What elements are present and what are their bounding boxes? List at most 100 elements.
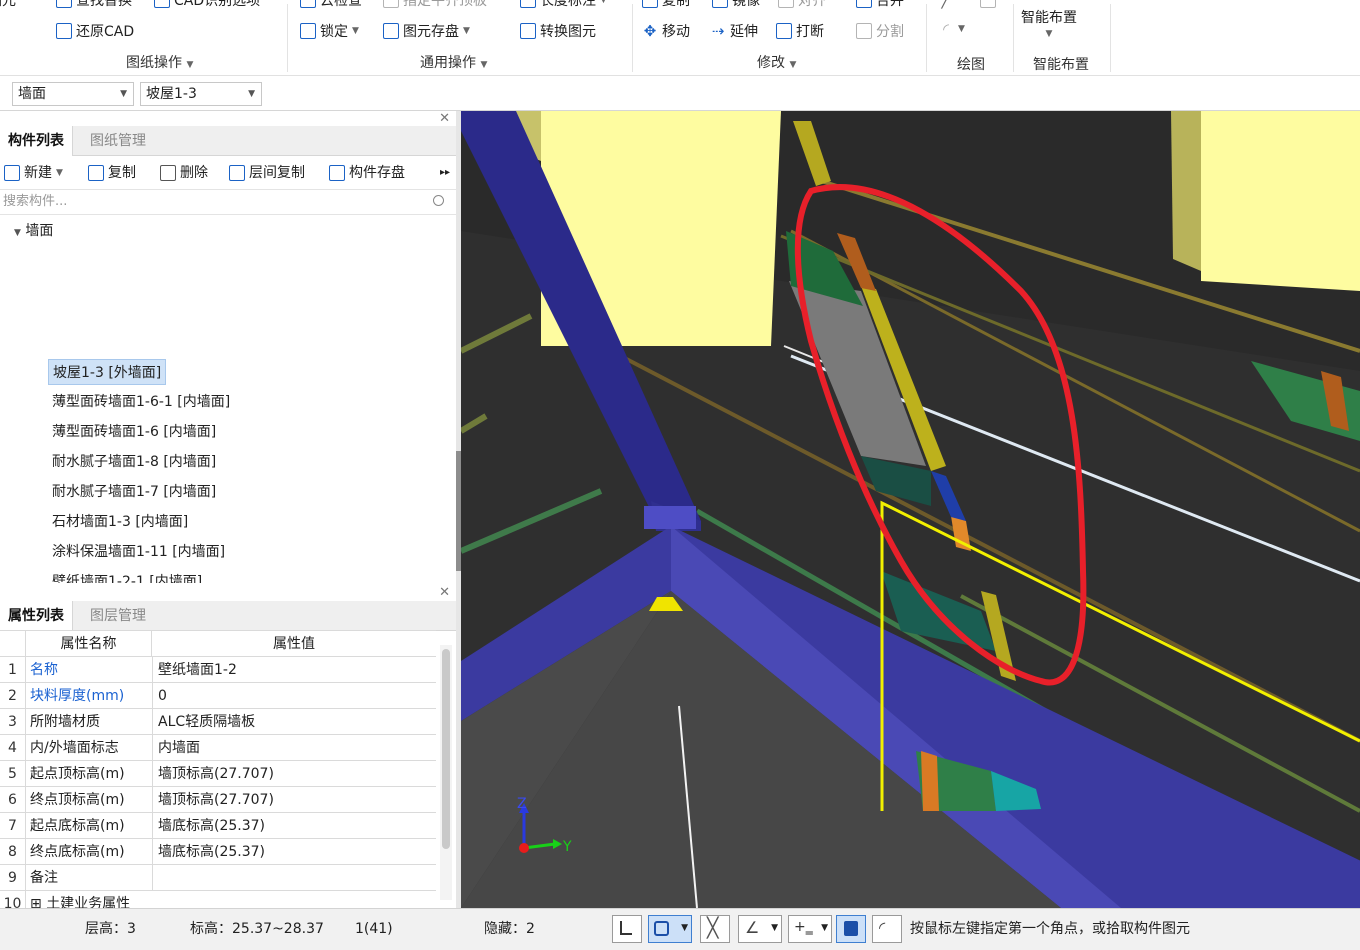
floor-copy-button[interactable]: 层间复制 xyxy=(229,157,305,189)
property-value[interactable]: 墙底标高(25.37) xyxy=(152,813,436,839)
group-label-text: 通用操作 xyxy=(420,55,476,71)
orthogonal-toggle[interactable] xyxy=(612,915,642,943)
restore-cad-button[interactable]: 还原CAD xyxy=(56,21,134,41)
property-row[interactable]: 4 内/外墙面标志 内墙面 xyxy=(0,735,436,761)
close-icon[interactable]: ✕ xyxy=(439,111,450,126)
chevron-down-icon: ▼ xyxy=(821,923,828,933)
property-row[interactable]: 2 块料厚度(mm) 0 xyxy=(0,683,436,709)
cloud-check-icon xyxy=(300,0,316,8)
delete-button[interactable]: 删除 xyxy=(160,157,208,189)
chevron-down-icon: ▼ xyxy=(352,26,359,36)
cloud-check-button[interactable]: 云检查 xyxy=(300,0,362,10)
move-button[interactable]: ✥ 移动 xyxy=(642,21,690,41)
close-icon[interactable]: ✕ xyxy=(439,585,450,600)
align-top-button[interactable]: 指定平齐顶板 xyxy=(383,0,487,10)
component-search-input[interactable]: 搜索构件... xyxy=(0,189,456,215)
break-button[interactable]: 打断 xyxy=(776,21,824,41)
component-list-item[interactable]: 涂料保温墙面1-11 [内墙面] xyxy=(52,539,225,565)
component-save-button[interactable]: 构件存盘 xyxy=(329,157,405,189)
group-label-drawing[interactable]: 图纸操作 ▼ xyxy=(126,52,193,72)
property-row[interactable]: 6 终点顶标高(m) 墙顶标高(27.707) xyxy=(0,787,436,813)
property-row-index: 7 xyxy=(0,813,26,839)
draw-line-button[interactable]: ╱ xyxy=(938,0,996,8)
angle-toggle[interactable]: ∠ ▼ xyxy=(738,915,782,943)
search-icon xyxy=(433,195,444,206)
group-label-modify[interactable]: 修改 ▼ xyxy=(757,52,796,72)
property-name: 起点底标高(m) xyxy=(30,818,125,834)
tree-root[interactable]: ▼ 墙面 xyxy=(14,218,53,244)
property-row-index: 9 xyxy=(0,865,26,891)
chevron-down-icon: ▼ xyxy=(771,923,778,933)
new-icon xyxy=(4,165,20,181)
elevation-value: 25.37~28.37 xyxy=(232,921,324,937)
offset-toggle[interactable]: +‗ ▼ xyxy=(788,915,832,943)
new-button[interactable]: 新建 ▼ xyxy=(4,157,63,189)
align-button[interactable]: 对齐 xyxy=(778,0,826,10)
category-select[interactable]: 墙面 ▼ xyxy=(12,82,134,106)
extend-button[interactable]: ⇢ 延伸 xyxy=(710,21,758,41)
property-value[interactable]: 墙顶标高(27.707) xyxy=(152,787,436,813)
component-list-item[interactable]: 薄型面砖墙面1-6 [内墙面] xyxy=(52,419,216,445)
copy-button[interactable]: 复制 xyxy=(642,0,690,10)
more-tools-icon[interactable]: ▸▸ xyxy=(440,157,450,189)
component-select[interactable]: 坡屋1-3 ▼ xyxy=(140,82,262,106)
component-list-item[interactable]: 坡屋1-3 [外墙面] xyxy=(48,359,167,385)
y-axis-label: Y xyxy=(562,839,572,855)
element-save-button[interactable]: 图元存盘 ▼ xyxy=(383,21,470,41)
snap-toggle[interactable]: ▼ xyxy=(648,915,692,943)
cross-toggle[interactable]: ╳ xyxy=(700,915,730,943)
component-list-item[interactable]: 耐水腻子墙面1-8 [内墙面] xyxy=(52,449,216,475)
group-label-common[interactable]: 通用操作 ▼ xyxy=(420,52,487,72)
tab-component-list[interactable]: 构件列表 xyxy=(0,126,73,156)
length-dim-button[interactable]: 长度标注 ▼ xyxy=(520,0,607,10)
property-row[interactable]: 5 起点顶标高(m) 墙顶标高(27.707) xyxy=(0,761,436,787)
property-row[interactable]: 8 终点底标高(m) 墙底标高(25.37) xyxy=(0,839,436,865)
dynamic-input-toggle[interactable] xyxy=(836,915,866,943)
split-button[interactable]: 分割 xyxy=(856,21,904,41)
component-list-item[interactable]: 薄型面砖墙面1-6-1 [内墙面] xyxy=(52,389,230,415)
find-replace-button[interactable]: 查找替换 xyxy=(56,0,132,10)
property-row[interactable]: 3 所附墙材质 ALC轻质隔墙板 xyxy=(0,709,436,735)
arc-toggle[interactable]: ◜ xyxy=(872,915,902,943)
property-row[interactable]: 9 备注 xyxy=(0,865,436,891)
line-draw-icon: ╱ xyxy=(941,0,951,9)
3d-viewport[interactable]: Z Y xyxy=(461,111,1360,908)
property-value[interactable]: ALC轻质隔墙板 xyxy=(152,709,436,735)
component-list-item[interactable]: 石材墙面1-3 [内墙面] xyxy=(52,509,188,535)
extend-label: 延伸 xyxy=(730,24,758,40)
tab-property-list[interactable]: 属性列表 xyxy=(0,601,73,631)
snap-icon xyxy=(654,921,669,936)
property-row[interactable]: 1 名称 壁纸墙面1-2 xyxy=(0,657,436,683)
tab-drawing-management[interactable]: 图纸管理 xyxy=(82,126,154,156)
cad-options-button[interactable]: CAD识别选项 xyxy=(154,0,260,10)
property-value[interactable]: 墙顶标高(27.707) xyxy=(152,761,436,787)
property-value[interactable] xyxy=(152,865,436,891)
element-save-icon xyxy=(383,23,399,39)
restore-cad-label: 还原CAD xyxy=(76,24,135,40)
property-row-index: 8 xyxy=(0,839,26,865)
convert-element-button[interactable]: 转换图元 xyxy=(520,21,596,41)
property-value[interactable]: 壁纸墙面1-2 xyxy=(152,657,436,683)
copy-component-button[interactable]: 复制 xyxy=(88,157,136,189)
scrollbar-thumb[interactable] xyxy=(442,649,450,849)
merge-button[interactable]: 合并 xyxy=(856,0,904,10)
element-save-label: 图元存盘 xyxy=(403,24,459,40)
status-prompt: 按鼠标左键指定第一个角点，或拾取构件图元 xyxy=(910,921,1190,937)
tab-layer-management[interactable]: 图层管理 xyxy=(82,601,154,631)
property-scrollbar[interactable] xyxy=(440,645,452,900)
lock-button[interactable]: 锁定 ▼ xyxy=(300,21,359,41)
element-count: 1(41) xyxy=(355,921,393,937)
property-value[interactable]: 墙底标高(25.37) xyxy=(152,839,436,865)
property-value[interactable]: 0 xyxy=(152,683,436,709)
tree-root-label: 墙面 xyxy=(25,223,54,239)
mirror-button[interactable]: 镜像 xyxy=(712,0,760,10)
component-list-item[interactable]: 耐水腻子墙面1-7 [内墙面] xyxy=(52,479,216,505)
draw-arc-button[interactable]: ◜ ▼ xyxy=(938,21,965,37)
property-row-index: 4 xyxy=(0,735,26,761)
property-row[interactable]: 7 起点底标高(m) 墙底标高(25.37) xyxy=(0,813,436,839)
group-label-text: 修改 xyxy=(757,55,785,71)
ribbon-item-partial[interactable]: 图元 xyxy=(0,0,16,10)
group-label-text: 绘图 xyxy=(957,57,985,73)
property-value[interactable]: 内墙面 xyxy=(152,735,436,761)
smart-layout-button[interactable]: 智能布置 ▼ xyxy=(1021,7,1077,39)
